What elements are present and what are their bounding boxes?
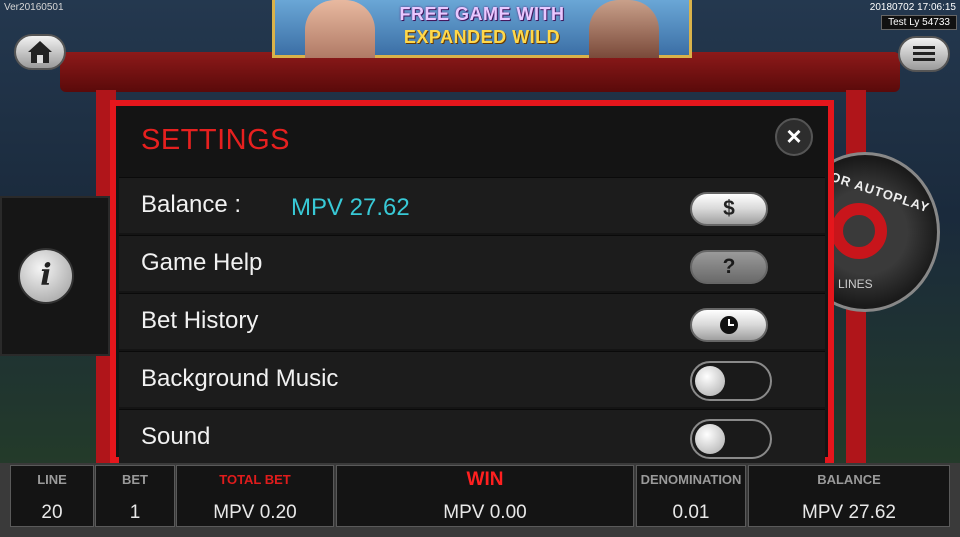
autoplay-refresh-icon bbox=[831, 203, 887, 259]
info-button[interactable]: i bbox=[18, 248, 74, 304]
bet-value: 1 bbox=[129, 502, 141, 523]
line-cell[interactable]: LINE 20 bbox=[10, 465, 94, 527]
background-music-label: Background Music bbox=[141, 365, 339, 392]
balance-row: Balance : MPV 27.62 $ bbox=[119, 177, 825, 233]
autoplay-lines-label: LINES bbox=[838, 277, 873, 291]
hamburger-menu-icon bbox=[913, 46, 935, 61]
sound-toggle[interactable] bbox=[690, 419, 772, 459]
background-music-toggle[interactable] bbox=[690, 361, 772, 401]
balance-cell: BALANCE MPV 27.62 bbox=[748, 465, 950, 527]
temple-gate-roof bbox=[60, 52, 900, 92]
toggle-knob bbox=[695, 424, 725, 454]
home-button[interactable] bbox=[14, 34, 66, 70]
denomination-value: 0.01 bbox=[672, 502, 710, 523]
toggle-knob bbox=[695, 366, 725, 396]
sound-label: Sound bbox=[141, 423, 211, 450]
bottom-status-bar: LINE 20 BET 1 TOTAL BET MPV 0.20 WIN MPV… bbox=[0, 463, 960, 537]
bottom-balance-value: MPV 27.62 bbox=[802, 502, 896, 523]
game-help-button[interactable]: ? bbox=[690, 250, 768, 284]
game-help-row: Game Help ? bbox=[119, 235, 825, 291]
close-button[interactable]: × bbox=[775, 118, 813, 156]
bet-history-label: Bet History bbox=[141, 307, 259, 334]
promo-banner: FREE GAME WITH EXPANDED WILD bbox=[272, 0, 692, 58]
background-music-row: Background Music bbox=[119, 351, 825, 407]
line-value: 20 bbox=[41, 502, 63, 523]
bet-history-row: Bet History bbox=[119, 293, 825, 349]
denomination-label: DENOMINATION bbox=[640, 472, 742, 487]
total-bet-value: MPV 0.20 bbox=[213, 502, 297, 523]
bet-cell[interactable]: BET 1 bbox=[95, 465, 175, 527]
line-label: LINE bbox=[37, 472, 67, 487]
bet-label: BET bbox=[122, 472, 148, 487]
bet-history-button[interactable] bbox=[690, 308, 768, 342]
win-cell: WIN MPV 0.00 bbox=[336, 465, 634, 527]
win-label: WIN bbox=[466, 469, 504, 490]
datetime-label: 20180702 17:06:15 bbox=[869, 2, 956, 13]
clock-icon bbox=[720, 316, 738, 334]
denomination-cell[interactable]: DENOMINATION 0.01 bbox=[636, 465, 746, 527]
balance-value: MPV 27.62 bbox=[291, 194, 410, 221]
sound-row: Sound bbox=[119, 409, 825, 463]
banner-line-1: FREE GAME WITH bbox=[399, 4, 565, 24]
tester-id-label: Test Ly 54733 bbox=[881, 15, 957, 30]
bottom-balance-label: BALANCE bbox=[817, 472, 881, 487]
win-value: MPV 0.00 bbox=[443, 502, 527, 523]
total-bet-label: TOTAL BET bbox=[219, 472, 291, 487]
total-bet-cell: TOTAL BET MPV 0.20 bbox=[176, 465, 334, 527]
home-icon bbox=[28, 41, 52, 63]
version-label: Ver20160501 bbox=[4, 2, 64, 13]
balance-button[interactable]: $ bbox=[690, 192, 768, 226]
game-help-label: Game Help bbox=[141, 249, 263, 276]
settings-title: SETTINGS bbox=[141, 124, 291, 156]
balance-label: Balance : bbox=[141, 191, 242, 218]
menu-button[interactable] bbox=[898, 36, 950, 72]
settings-dialog: SETTINGS × Balance : MPV 27.62 $ Game He… bbox=[110, 100, 834, 463]
banner-line-2: EXPANDED WILD bbox=[403, 27, 561, 47]
